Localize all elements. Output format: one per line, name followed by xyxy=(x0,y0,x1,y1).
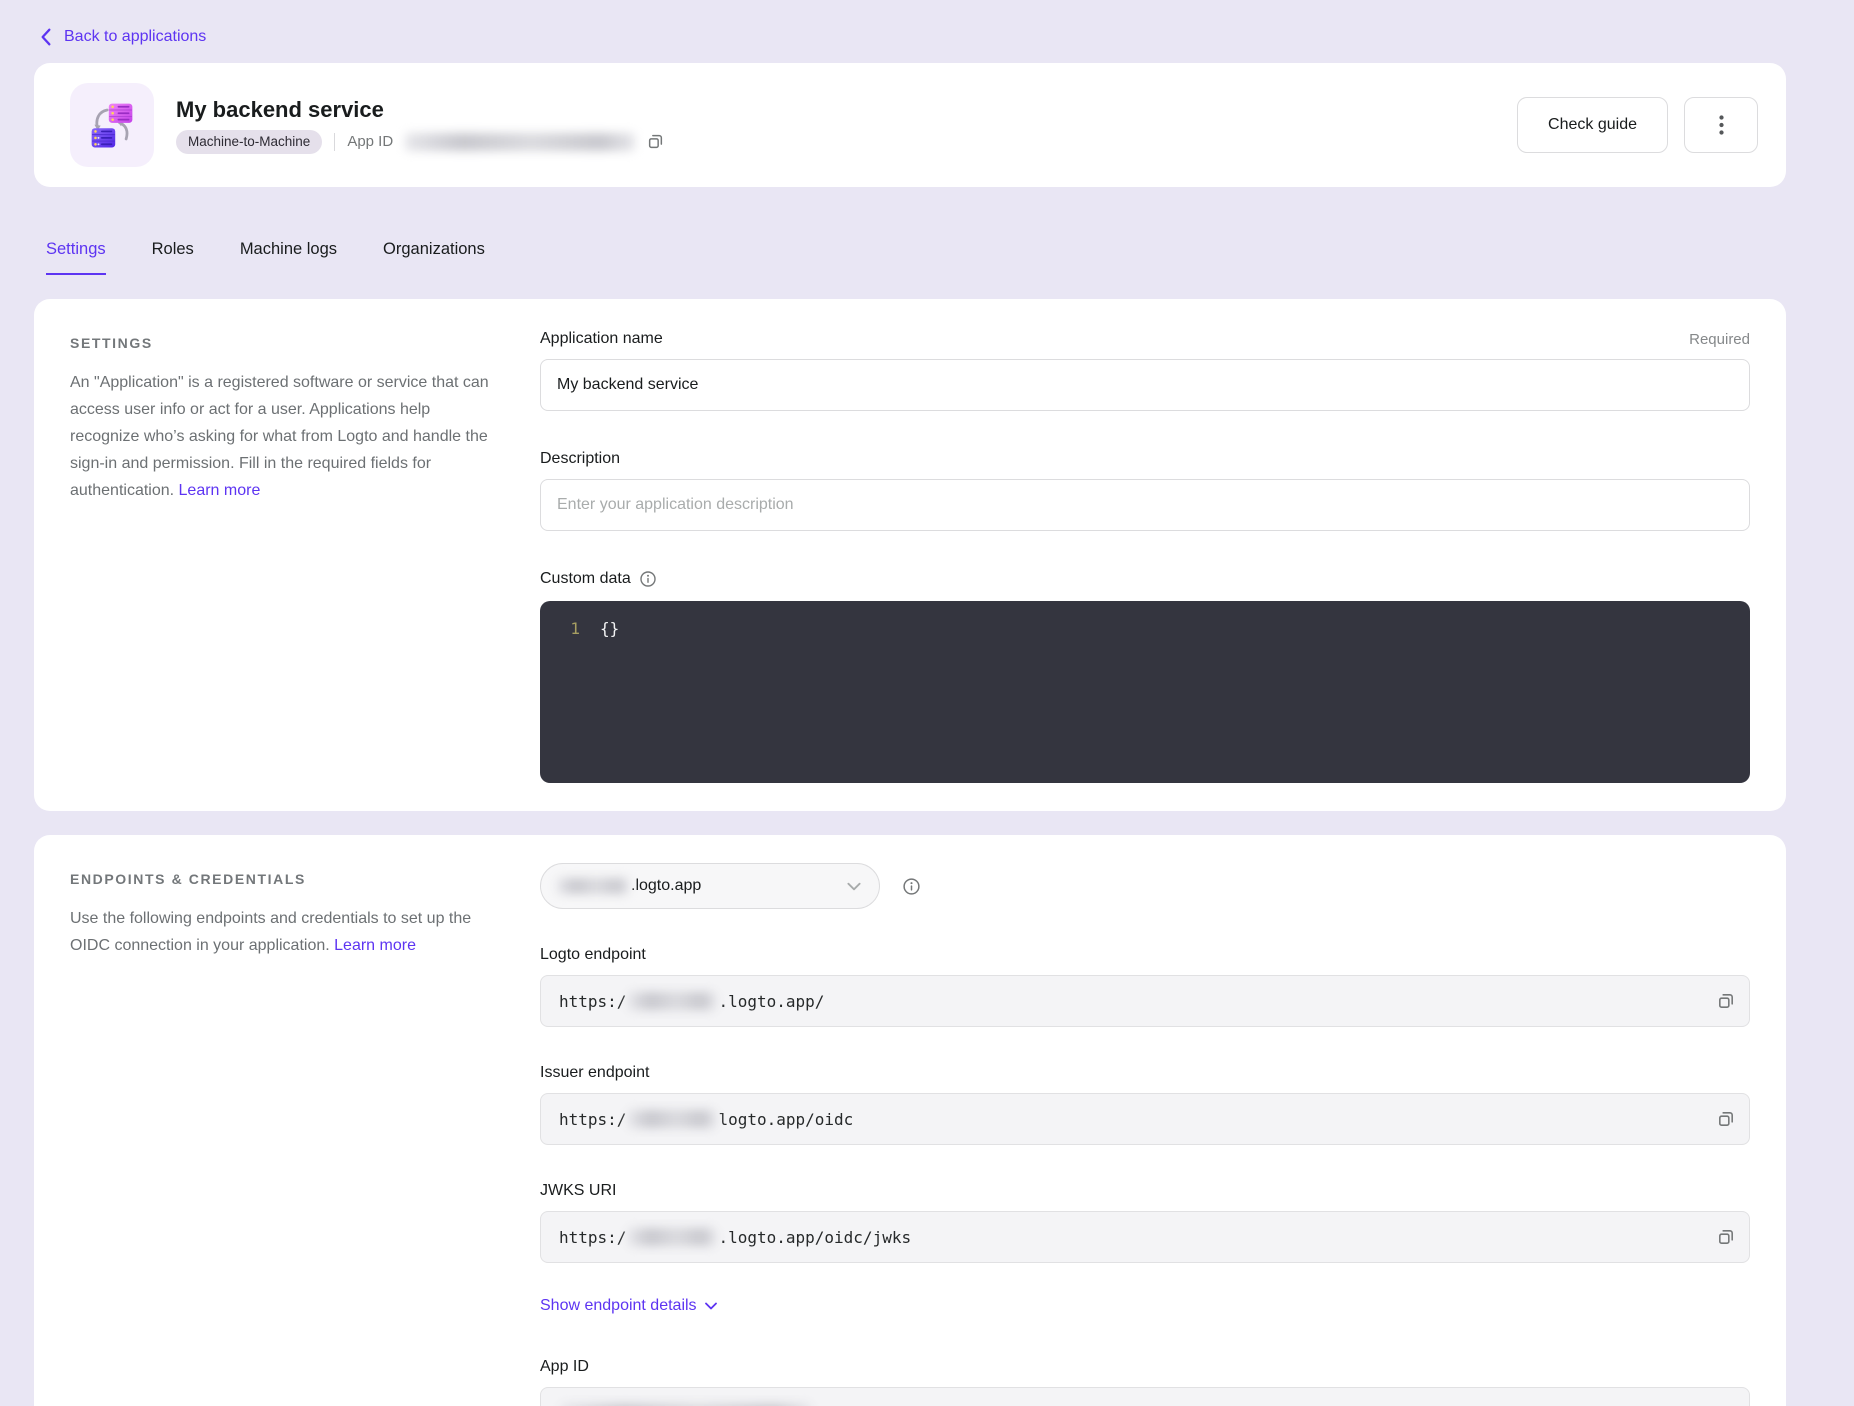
description-input[interactable] xyxy=(540,479,1750,531)
more-actions-button[interactable] xyxy=(1684,97,1758,153)
kebab-menu-icon xyxy=(1719,115,1724,135)
page-title: My backend service xyxy=(176,97,664,123)
copy-icon[interactable] xyxy=(1717,992,1735,1010)
back-row: Back to applications xyxy=(0,0,1854,51)
url-redacted-segment xyxy=(628,1110,716,1128)
check-guide-button[interactable]: Check guide xyxy=(1517,97,1668,153)
domain-info-icon[interactable] xyxy=(902,877,921,896)
url-redacted-segment xyxy=(628,1228,716,1246)
settings-description-text: An "Application" is a registered softwar… xyxy=(70,374,489,499)
app-id-field-label: App ID xyxy=(540,1355,589,1379)
chevron-down-icon xyxy=(705,1302,717,1310)
custom-data-group: Custom data 1 {} xyxy=(540,567,1750,783)
back-link-label: Back to applications xyxy=(64,28,206,46)
editor-code-content: {} xyxy=(600,617,619,641)
app-id-label: App ID xyxy=(347,133,393,150)
url-prefix: https:/ xyxy=(559,1110,626,1129)
app-header-card: My backend service Machine-to-Machine Ap… xyxy=(34,63,1786,187)
editor-line-number: 1 xyxy=(540,617,580,641)
settings-learn-more-link[interactable]: Learn more xyxy=(179,482,261,499)
url-suffix: logto.app/oidc xyxy=(718,1110,853,1129)
application-name-input[interactable] xyxy=(540,359,1750,411)
app-id-group: App ID xyxy=(540,1355,1750,1406)
logto-endpoint-label: Logto endpoint xyxy=(540,943,646,967)
issuer-endpoint-value: https:/ logto.app/oidc xyxy=(540,1093,1750,1145)
endpoints-credentials-card: ENDPOINTS & CREDENTIALS Use the followin… xyxy=(34,835,1786,1406)
show-endpoint-details-link[interactable]: Show endpoint details xyxy=(540,1297,717,1315)
url-prefix: https:/ xyxy=(559,1228,626,1247)
jwks-uri-group: JWKS URI https:/ .logto.app/oidc/jwks xyxy=(540,1179,1750,1263)
endpoints-learn-more-link[interactable]: Learn more xyxy=(334,937,416,954)
settings-card: SETTINGS An "Application" is a registere… xyxy=(34,299,1786,811)
custom-data-code-editor[interactable]: 1 {} xyxy=(540,601,1750,783)
url-suffix: .logto.app/ xyxy=(718,992,824,1011)
tab-bar: Settings Roles Machine logs Organization… xyxy=(34,237,1786,275)
description-label: Description xyxy=(540,447,620,471)
info-icon[interactable] xyxy=(639,570,657,588)
issuer-endpoint-label: Issuer endpoint xyxy=(540,1061,649,1085)
chevron-down-icon xyxy=(847,882,861,891)
application-name-label: Application name xyxy=(540,327,663,351)
show-endpoint-details-label: Show endpoint details xyxy=(540,1297,697,1315)
url-suffix: .logto.app/oidc/jwks xyxy=(718,1228,911,1247)
application-name-group: Application name Required xyxy=(540,327,1750,411)
jwks-uri-value: https:/ .logto.app/oidc/jwks xyxy=(540,1211,1750,1263)
logto-endpoint-value: https:/ .logto.app/ xyxy=(540,975,1750,1027)
endpoints-description: Use the following endpoints and credenti… xyxy=(70,905,490,959)
endpoints-card-intro: ENDPOINTS & CREDENTIALS Use the followin… xyxy=(70,863,490,959)
header-actions: Check guide xyxy=(1517,97,1758,153)
copy-icon[interactable] xyxy=(1717,1110,1735,1128)
settings-card-intro: SETTINGS An "Application" is a registere… xyxy=(70,327,490,504)
app-id-value xyxy=(540,1387,1750,1406)
page: Back to applications xyxy=(0,0,1854,1406)
app-id-redacted-value xyxy=(405,133,635,151)
meta-divider xyxy=(334,133,335,151)
back-to-applications-link[interactable]: Back to applications xyxy=(40,28,206,46)
chevron-left-icon xyxy=(40,28,52,46)
issuer-endpoint-group: Issuer endpoint https:/ logto.app/oidc xyxy=(540,1061,1750,1145)
domain-row: .logto.app xyxy=(540,863,1750,909)
endpoints-form: .logto.app Logto endpoint https:/ .logto… xyxy=(540,863,1750,1406)
settings-heading: SETTINGS xyxy=(70,335,490,351)
domain-select[interactable]: .logto.app xyxy=(540,863,880,909)
url-redacted-segment xyxy=(628,992,716,1010)
logto-endpoint-group: Logto endpoint https:/ .logto.app/ xyxy=(540,943,1750,1027)
settings-description: An "Application" is a registered softwar… xyxy=(70,369,490,504)
copy-icon[interactable] xyxy=(1717,1228,1735,1246)
domain-select-value: .logto.app xyxy=(631,877,701,895)
app-info: My backend service Machine-to-Machine Ap… xyxy=(176,97,664,154)
app-type-badge: Machine-to-Machine xyxy=(176,130,322,154)
tab-organizations[interactable]: Organizations xyxy=(383,237,485,275)
tenant-id-redacted xyxy=(557,878,629,894)
copy-icon[interactable] xyxy=(647,133,664,150)
url-prefix: https:/ xyxy=(559,992,626,1011)
tab-roles[interactable]: Roles xyxy=(152,237,194,275)
tab-settings[interactable]: Settings xyxy=(46,237,106,275)
endpoints-heading: ENDPOINTS & CREDENTIALS xyxy=(70,871,490,887)
jwks-uri-label: JWKS URI xyxy=(540,1179,616,1203)
tab-machine-logs[interactable]: Machine logs xyxy=(240,237,337,275)
custom-data-label: Custom data xyxy=(540,567,631,591)
settings-form: Application name Required Description Cu… xyxy=(540,327,1750,783)
required-indicator: Required xyxy=(1689,331,1750,348)
machine-to-machine-app-icon xyxy=(70,83,154,167)
app-meta-row: Machine-to-Machine App ID xyxy=(176,130,664,154)
description-group: Description xyxy=(540,447,1750,531)
